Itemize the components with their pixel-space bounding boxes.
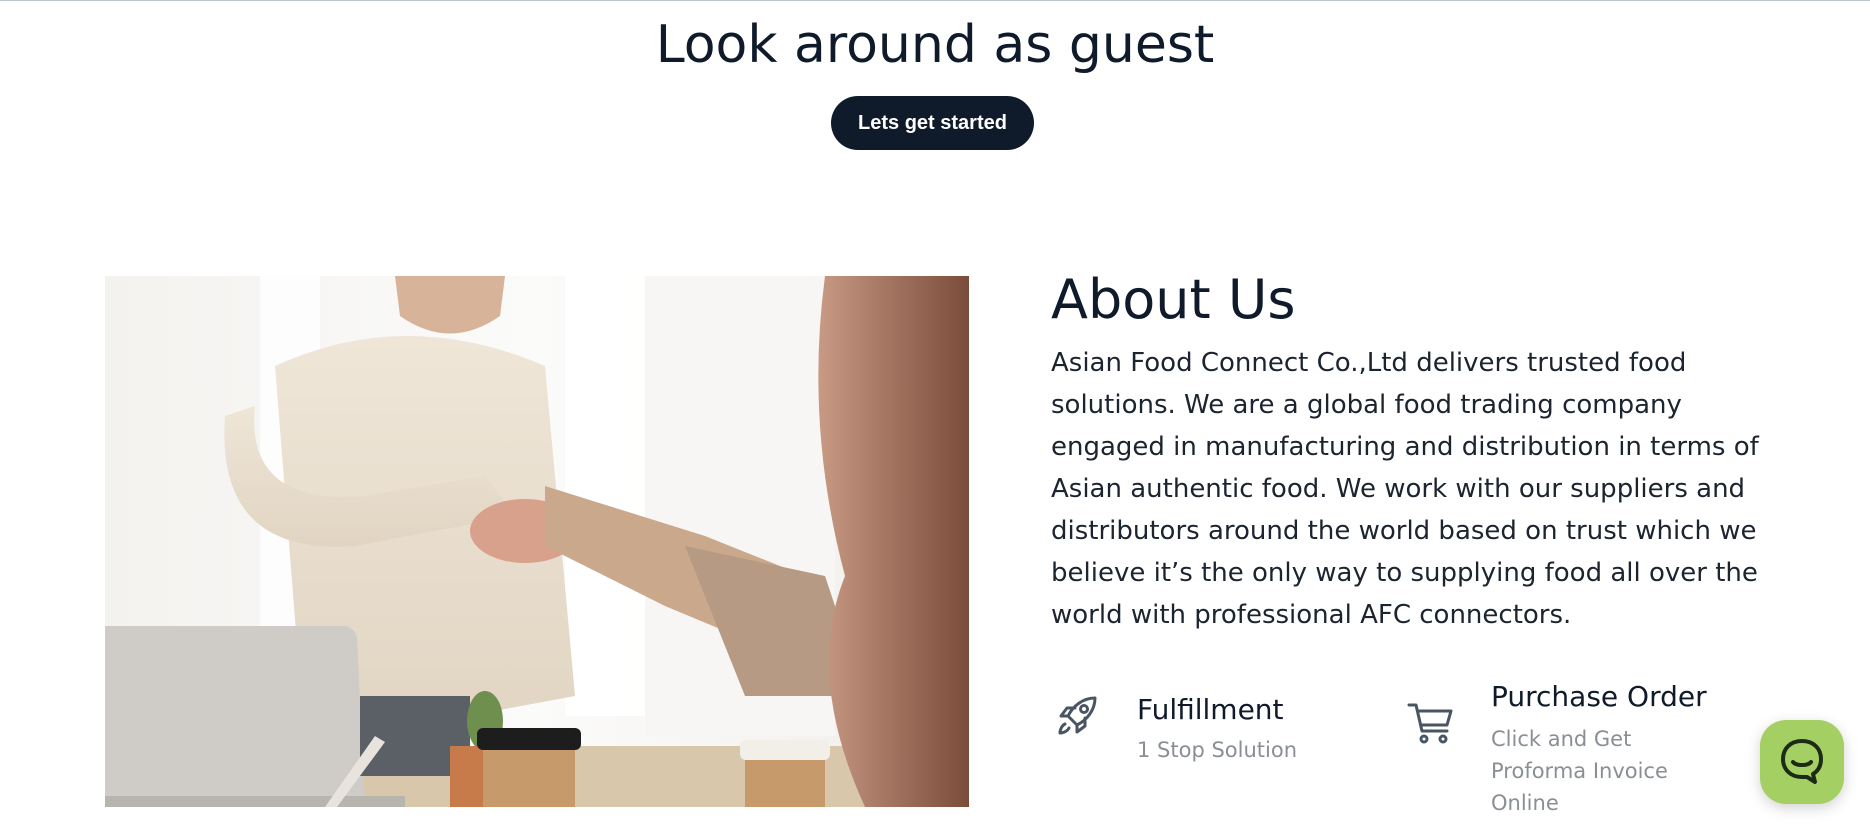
- handshake-photo: [105, 276, 969, 807]
- feature-title: Fulfillment: [1137, 693, 1284, 726]
- feature-title: Purchase Order: [1491, 680, 1707, 713]
- feature-fulfillment: Fulfillment 1 Stop Solution: [1051, 690, 1297, 766]
- feature-subtitle: 1 Stop Solution: [1137, 738, 1298, 762]
- feature-purchase-order: Purchase Order Click and Get Proforma In…: [1405, 677, 1721, 819]
- lets-get-started-button[interactable]: Lets get started: [831, 96, 1034, 150]
- shopping-cart-icon: [1405, 697, 1457, 749]
- about-title: About Us: [1051, 268, 1296, 331]
- about-description: Asian Food Connect Co.,Ltd delivers trus…: [1051, 348, 1759, 630]
- rocket-icon: [1051, 690, 1103, 742]
- chat-icon: [1777, 735, 1827, 789]
- top-divider: [0, 0, 1870, 1]
- feature-subtitle: Click and Get Proforma Invoice Online: [1491, 727, 1668, 815]
- hero-title: Look around as guest: [655, 15, 1215, 75]
- chat-widget-button[interactable]: [1760, 720, 1844, 804]
